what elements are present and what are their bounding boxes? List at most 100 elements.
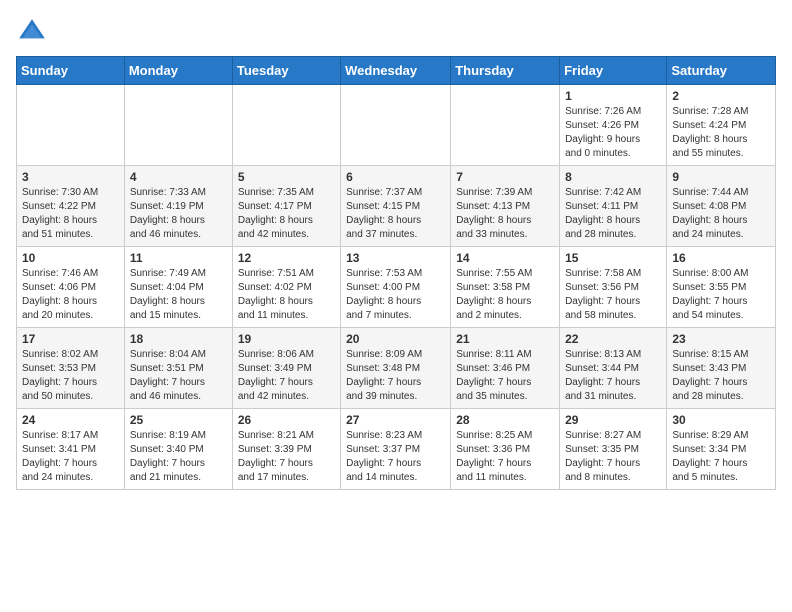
calendar-cell: 5 Sunrise: 7:35 AM Sunset: 4:17 PM Daylig… — [232, 166, 340, 247]
calendar-cell: 30 Sunrise: 8:29 AM Sunset: 3:34 PM Dayli… — [667, 409, 776, 490]
calendar-cell: 20 Sunrise: 8:09 AM Sunset: 3:48 PM Dayli… — [341, 328, 451, 409]
day-number: 24 — [22, 413, 119, 427]
calendar-cell: 10Sunrise: 7:46 AM Sunset: 4:06 PM Dayli… — [17, 247, 125, 328]
day-info: Sunrise: 8:06 AM Sunset: 3:49 PM Dayligh… — [238, 348, 335, 404]
day-info: Sunrise: 8:02 AM Sunset: 3:53 PM Dayligh… — [22, 348, 119, 404]
day-number: 2 — [672, 89, 770, 103]
calendar-cell: 26 Sunrise: 8:21 AM Sunset: 3:39 PM Dayli… — [232, 409, 340, 490]
calendar-cell: 17 Sunrise: 8:02 AM Sunset: 3:53 PM Dayli… — [17, 328, 125, 409]
day-number: 18 — [130, 332, 227, 346]
day-info: Sunrise: 7:58 AM Sunset: 3:56 PM Dayligh… — [565, 267, 661, 323]
day-info: Sunrise: 8:29 AM Sunset: 3:34 PM Dayligh… — [672, 429, 770, 485]
day-info: Sunrise: 8:23 AM Sunset: 3:37 PM Dayligh… — [346, 429, 445, 485]
day-info: Sunrise: 7:30 AM Sunset: 4:22 PM Dayligh… — [22, 186, 119, 242]
day-number: 5 — [238, 170, 335, 184]
calendar-week-4: 17 Sunrise: 8:02 AM Sunset: 3:53 PM Dayli… — [17, 328, 776, 409]
calendar-cell: 18 Sunrise: 8:04 AM Sunset: 3:51 PM Dayli… — [124, 328, 232, 409]
calendar-cell: 21Sunrise: 8:11 AM Sunset: 3:46 PM Dayli… — [451, 328, 560, 409]
day-info: Sunrise: 8:09 AM Sunset: 3:48 PM Dayligh… — [346, 348, 445, 404]
day-number: 12 — [238, 251, 335, 265]
day-number: 28 — [456, 413, 554, 427]
day-info: Sunrise: 7:51 AM Sunset: 4:02 PM Dayligh… — [238, 267, 335, 323]
day-info: Sunrise: 7:28 AM Sunset: 4:24 PM Dayligh… — [672, 105, 770, 161]
day-number: 19 — [238, 332, 335, 346]
day-info: Sunrise: 7:55 AM Sunset: 3:58 PM Dayligh… — [456, 267, 554, 323]
calendar-cell — [17, 85, 125, 166]
day-number: 16 — [672, 251, 770, 265]
day-number: 13 — [346, 251, 445, 265]
day-number: 29 — [565, 413, 661, 427]
day-info: Sunrise: 8:13 AM Sunset: 3:44 PM Dayligh… — [565, 348, 661, 404]
calendar-cell: 14 Sunrise: 7:55 AM Sunset: 3:58 PM Dayli… — [451, 247, 560, 328]
calendar-cell: 6 Sunrise: 7:37 AM Sunset: 4:15 PM Daylig… — [341, 166, 451, 247]
page-header — [16, 16, 776, 48]
day-info: Sunrise: 8:19 AM Sunset: 3:40 PM Dayligh… — [130, 429, 227, 485]
day-number: 3 — [22, 170, 119, 184]
day-info: Sunrise: 7:37 AM Sunset: 4:15 PM Dayligh… — [346, 186, 445, 242]
calendar-cell — [451, 85, 560, 166]
day-number: 14 — [456, 251, 554, 265]
day-info: Sunrise: 8:11 AM Sunset: 3:46 PM Dayligh… — [456, 348, 554, 404]
calendar-cell: 7 Sunrise: 7:39 AM Sunset: 4:13 PM Daylig… — [451, 166, 560, 247]
weekday-header-wednesday: Wednesday — [341, 57, 451, 85]
day-number: 25 — [130, 413, 227, 427]
day-info: Sunrise: 7:26 AM Sunset: 4:26 PM Dayligh… — [565, 105, 661, 161]
calendar-cell: 8 Sunrise: 7:42 AM Sunset: 4:11 PM Daylig… — [560, 166, 667, 247]
day-number: 6 — [346, 170, 445, 184]
calendar-cell: 15 Sunrise: 7:58 AM Sunset: 3:56 PM Dayli… — [560, 247, 667, 328]
day-info: Sunrise: 8:21 AM Sunset: 3:39 PM Dayligh… — [238, 429, 335, 485]
calendar-cell: 16 Sunrise: 8:00 AM Sunset: 3:55 PM Dayli… — [667, 247, 776, 328]
day-number: 26 — [238, 413, 335, 427]
day-number: 27 — [346, 413, 445, 427]
day-number: 15 — [565, 251, 661, 265]
weekday-header-sunday: Sunday — [17, 57, 125, 85]
day-number: 11 — [130, 251, 227, 265]
day-info: Sunrise: 7:42 AM Sunset: 4:11 PM Dayligh… — [565, 186, 661, 242]
day-info: Sunrise: 7:49 AM Sunset: 4:04 PM Dayligh… — [130, 267, 227, 323]
weekday-header-thursday: Thursday — [451, 57, 560, 85]
day-info: Sunrise: 8:25 AM Sunset: 3:36 PM Dayligh… — [456, 429, 554, 485]
logo-icon — [16, 16, 48, 48]
calendar-table: SundayMondayTuesdayWednesdayThursdayFrid… — [16, 56, 776, 490]
day-info: Sunrise: 7:39 AM Sunset: 4:13 PM Dayligh… — [456, 186, 554, 242]
calendar-week-3: 10Sunrise: 7:46 AM Sunset: 4:06 PM Dayli… — [17, 247, 776, 328]
weekday-header-monday: Monday — [124, 57, 232, 85]
calendar-cell — [232, 85, 340, 166]
calendar-cell: 9 Sunrise: 7:44 AM Sunset: 4:08 PM Daylig… — [667, 166, 776, 247]
calendar-cell — [124, 85, 232, 166]
calendar-cell: 28 Sunrise: 8:25 AM Sunset: 3:36 PM Dayli… — [451, 409, 560, 490]
day-info: Sunrise: 8:17 AM Sunset: 3:41 PM Dayligh… — [22, 429, 119, 485]
calendar-cell: 2 Sunrise: 7:28 AM Sunset: 4:24 PM Daylig… — [667, 85, 776, 166]
calendar-week-5: 24 Sunrise: 8:17 AM Sunset: 3:41 PM Dayli… — [17, 409, 776, 490]
day-number: 7 — [456, 170, 554, 184]
calendar-cell: 12 Sunrise: 7:51 AM Sunset: 4:02 PM Dayli… — [232, 247, 340, 328]
day-info: Sunrise: 8:00 AM Sunset: 3:55 PM Dayligh… — [672, 267, 770, 323]
calendar-week-2: 3 Sunrise: 7:30 AM Sunset: 4:22 PM Daylig… — [17, 166, 776, 247]
day-info: Sunrise: 8:04 AM Sunset: 3:51 PM Dayligh… — [130, 348, 227, 404]
day-number: 20 — [346, 332, 445, 346]
day-number: 17 — [22, 332, 119, 346]
day-number: 1 — [565, 89, 661, 103]
day-info: Sunrise: 8:15 AM Sunset: 3:43 PM Dayligh… — [672, 348, 770, 404]
calendar-cell: 25 Sunrise: 8:19 AM Sunset: 3:40 PM Dayli… — [124, 409, 232, 490]
day-info: Sunrise: 7:44 AM Sunset: 4:08 PM Dayligh… — [672, 186, 770, 242]
calendar-cell: 22 Sunrise: 8:13 AM Sunset: 3:44 PM Dayli… — [560, 328, 667, 409]
calendar-cell: 4Sunrise: 7:33 AM Sunset: 4:19 PM Daylig… — [124, 166, 232, 247]
day-number: 9 — [672, 170, 770, 184]
day-number: 23 — [672, 332, 770, 346]
day-number: 22 — [565, 332, 661, 346]
calendar-cell: 27 Sunrise: 8:23 AM Sunset: 3:37 PM Dayli… — [341, 409, 451, 490]
calendar-cell: 3 Sunrise: 7:30 AM Sunset: 4:22 PM Daylig… — [17, 166, 125, 247]
weekday-header-tuesday: Tuesday — [232, 57, 340, 85]
calendar-cell: 23 Sunrise: 8:15 AM Sunset: 3:43 PM Dayli… — [667, 328, 776, 409]
calendar-cell: 29 Sunrise: 8:27 AM Sunset: 3:35 PM Dayli… — [560, 409, 667, 490]
day-number: 30 — [672, 413, 770, 427]
day-number: 4 — [130, 170, 227, 184]
day-number: 8 — [565, 170, 661, 184]
logo — [16, 16, 52, 48]
day-info: Sunrise: 7:35 AM Sunset: 4:17 PM Dayligh… — [238, 186, 335, 242]
calendar-cell: 11 Sunrise: 7:49 AM Sunset: 4:04 PM Dayli… — [124, 247, 232, 328]
day-info: Sunrise: 7:46 AM Sunset: 4:06 PM Dayligh… — [22, 267, 119, 323]
day-info: Sunrise: 8:27 AM Sunset: 3:35 PM Dayligh… — [565, 429, 661, 485]
calendar-cell — [341, 85, 451, 166]
